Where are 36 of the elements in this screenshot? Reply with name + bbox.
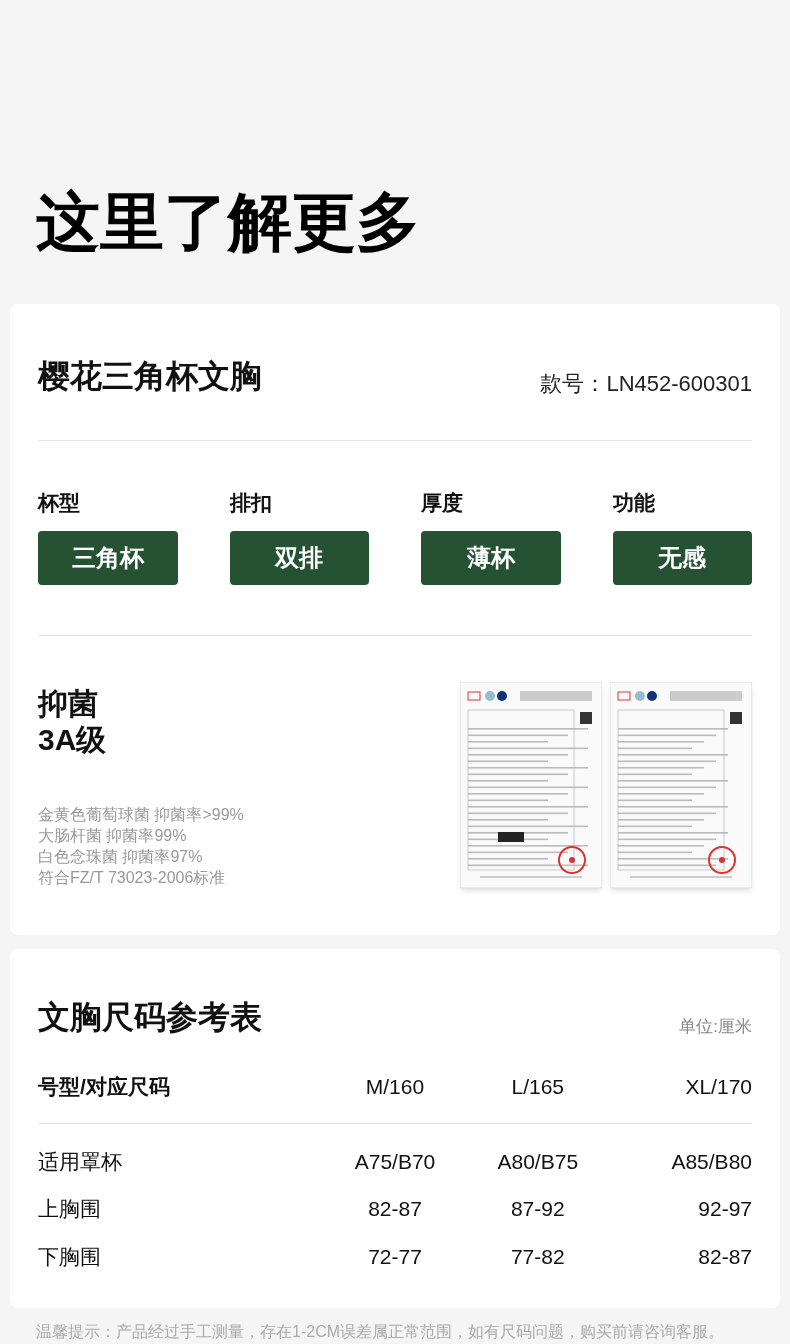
row-header: 上胸围: [38, 1196, 101, 1223]
attribute-value-tag: 无感: [612, 530, 752, 585]
page-heading: 这里了解更多: [36, 185, 420, 260]
antibacterial-detail: 金黄色葡萄球菌 抑菌率>99%: [38, 804, 244, 825]
row-header: 下胸围: [38, 1243, 101, 1270]
size-chart-title: 文胸尺码参考表: [38, 998, 262, 1038]
table-cell-text: 87-92: [510, 1196, 565, 1223]
column-header: XL/170: [685, 1074, 752, 1101]
attribute-label: 排扣: [229, 490, 273, 516]
antibacterial-title: 抑菌: [38, 685, 99, 722]
table-cell-text: 72-77: [368, 1243, 422, 1270]
table-cell-text: 82-87: [698, 1243, 752, 1270]
table-cell-text: 82-87: [368, 1196, 422, 1223]
table-cell-text: 92-97: [698, 1196, 752, 1223]
attribute-value-tag: 薄杯: [421, 530, 561, 585]
product-name: 樱花三角杯文胸: [38, 357, 262, 396]
model-number: 款号：LN452-600301: [540, 370, 752, 398]
column-header: 号型/对应尺码: [38, 1074, 170, 1101]
unit-label: 单位:厘米: [679, 1015, 752, 1038]
antibacterial-detail: 符合FZ/T 73023-2006标准: [38, 867, 227, 888]
antibacterial-grade: 3A级: [38, 721, 107, 758]
table-cell-text: A80/B75: [497, 1148, 579, 1175]
table-cell-text: A75/B70: [354, 1148, 436, 1175]
column-header: M/160: [365, 1074, 425, 1101]
column-header: L/165: [511, 1074, 565, 1101]
row-header: 适用罩杯: [38, 1148, 122, 1175]
antibacterial-detail: 白色念珠菌 抑菌率97%: [38, 846, 204, 867]
attribute-label: 厚度: [421, 490, 464, 516]
attribute-label: 功能: [612, 490, 656, 516]
attribute-label: 杯型: [38, 490, 81, 516]
table-cell-text: A85/B80: [671, 1148, 752, 1175]
antibacterial-detail: 大肠杆菌 抑菌率99%: [38, 825, 188, 846]
footnote: 温馨提示：产品经过手工测量，存在1-2CM误差属正常范围，如有尺码问题，购买前请咨询客服。: [36, 1322, 724, 1342]
attribute-value-tag: 三角杯: [38, 530, 178, 585]
table-cell-text: 77-82: [510, 1243, 565, 1270]
attribute-value-tag: 双排: [229, 530, 369, 585]
